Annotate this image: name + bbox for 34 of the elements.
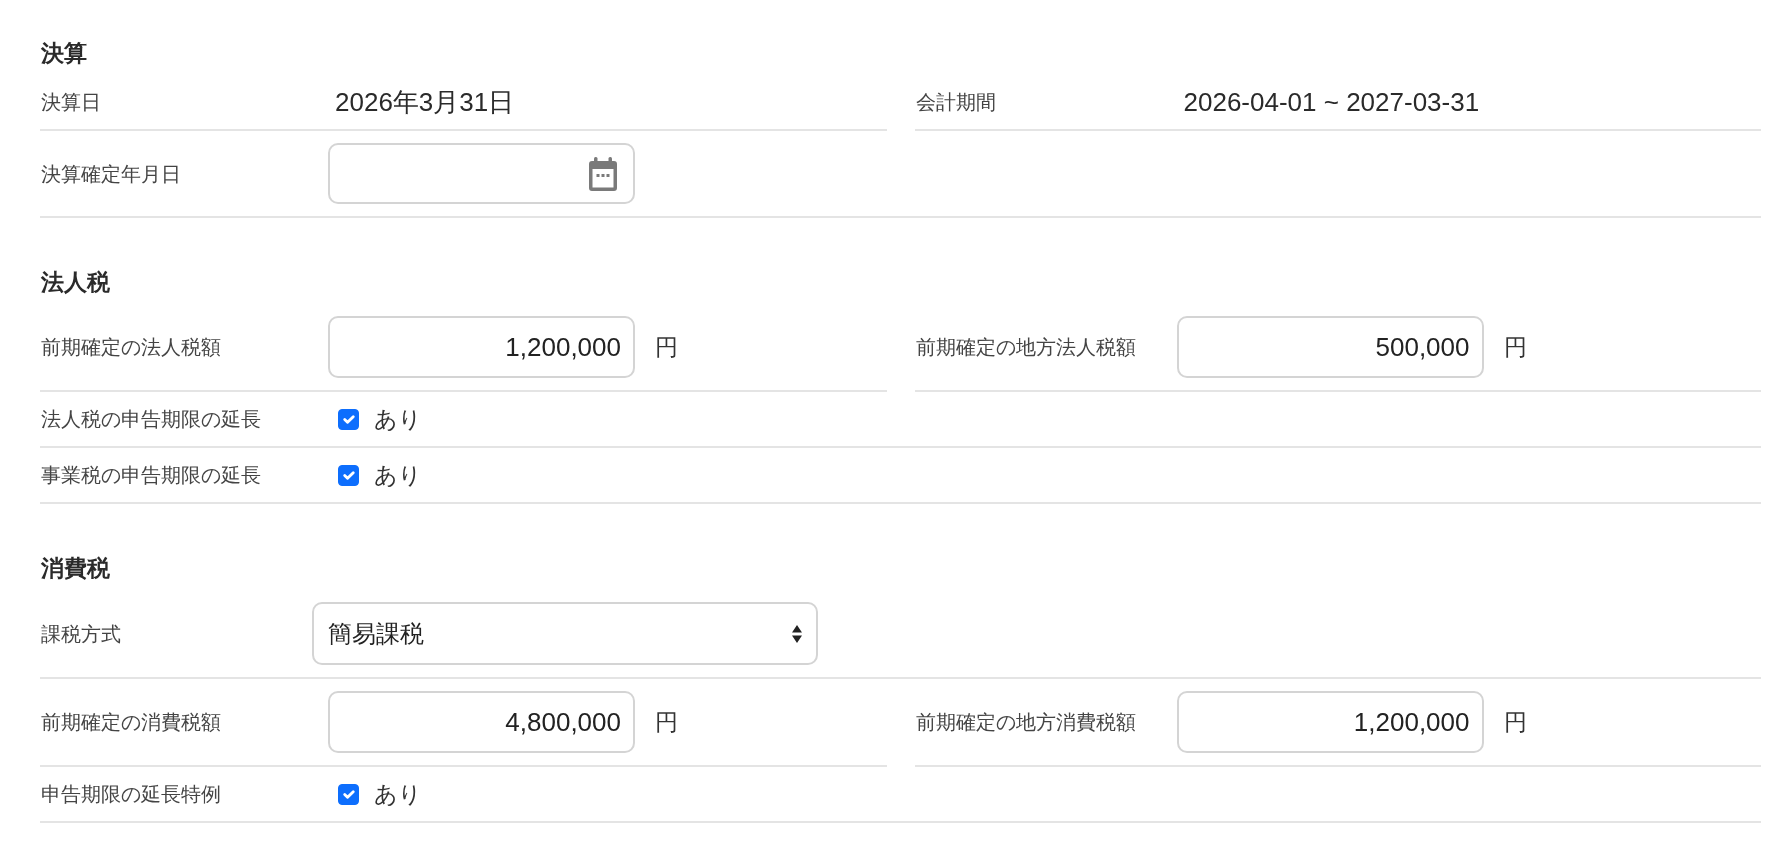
field-label: 法人税の申告期限の延長	[41, 407, 261, 432]
checkbox-label: あり	[374, 461, 422, 490]
checkbox-label: あり	[374, 780, 422, 809]
checkbox[interactable]	[338, 464, 359, 486]
date-field[interactable]	[328, 143, 635, 204]
amount-field[interactable]: 4,800,000	[328, 691, 635, 753]
amount-field[interactable]: 500,000	[1176, 316, 1484, 378]
unit-label: 円	[655, 333, 678, 362]
checkbox-label: あり	[374, 405, 422, 434]
unit-label: 円	[1503, 708, 1527, 737]
field-value: 2026年3月31日	[335, 87, 515, 117]
field-label: 前期確定の地方法人税額	[915, 335, 1136, 360]
unit-label: 円	[1503, 333, 1527, 362]
field-label: 事業税の申告期限の延長	[41, 463, 261, 488]
checkbox[interactable]	[338, 408, 359, 430]
select-field[interactable]: 簡易課税	[312, 602, 818, 665]
amount-field[interactable]: 1,200,000	[1176, 691, 1484, 753]
field-value: 2026-04-01 ~ 2027-03-31	[1183, 87, 1480, 117]
field-label: 前期確定の地方消費税額	[915, 710, 1136, 735]
field-label: 課税方式	[41, 621, 121, 647]
field-label: 会計期間	[915, 90, 996, 115]
field-label: 前期確定の法人税額	[41, 335, 221, 360]
field-label: 決算日	[41, 90, 101, 115]
field-label: 前期確定の消費税額	[41, 710, 221, 735]
section-heading: 決算	[41, 39, 87, 67]
unit-label: 円	[655, 708, 678, 737]
section-heading: 消費税	[41, 554, 110, 582]
amount-field[interactable]: 1,200,000	[328, 316, 635, 378]
checkbox[interactable]	[338, 783, 359, 805]
section-heading: 法人税	[41, 268, 110, 296]
calendar-icon[interactable]	[588, 156, 618, 191]
up-down-arrows-icon	[792, 624, 802, 643]
field-label: 決算確定年月日	[41, 161, 181, 187]
field-label: 申告期限の延長特例	[41, 782, 221, 807]
